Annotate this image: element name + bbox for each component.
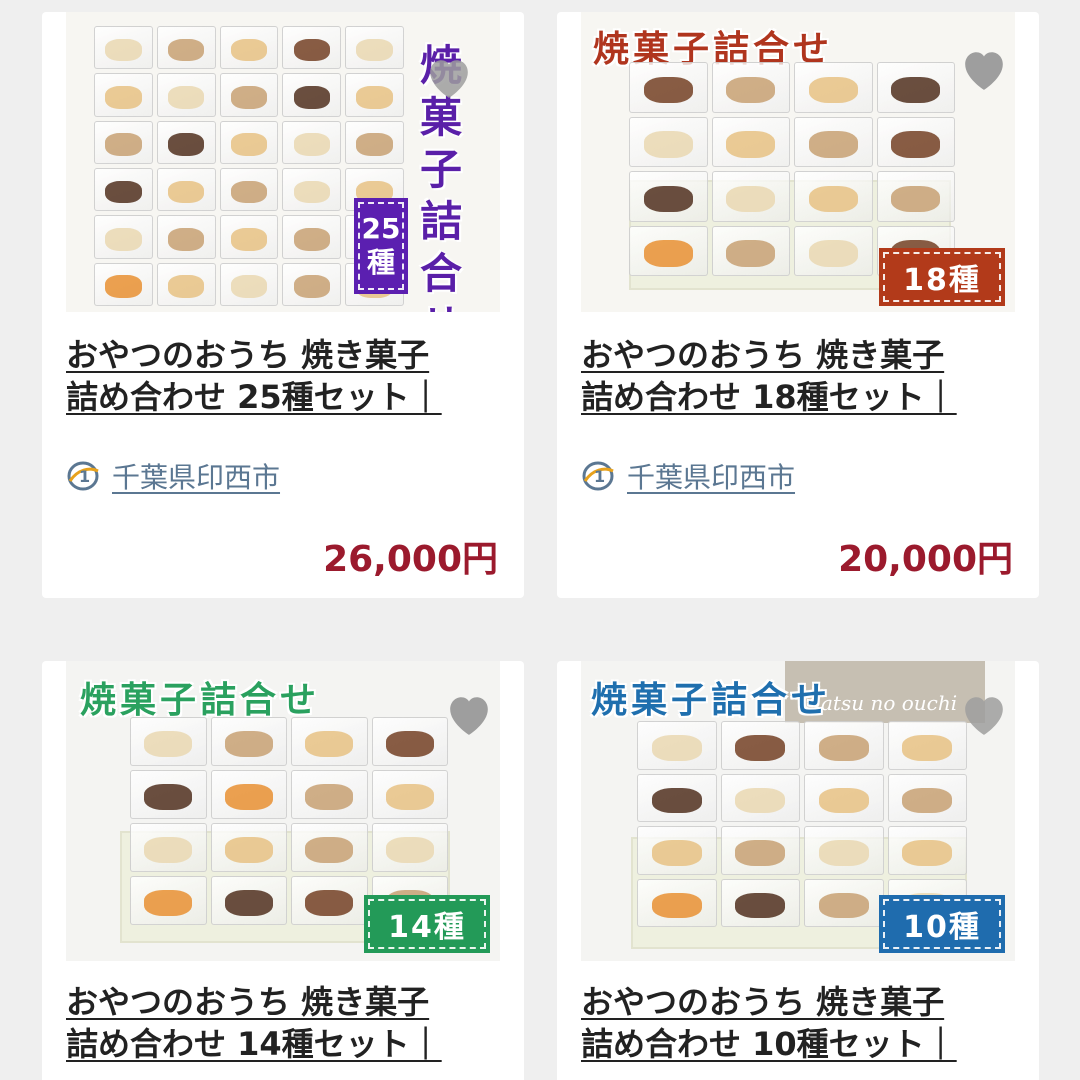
variety-count-badge: 10種 — [879, 895, 1005, 953]
product-title-link[interactable]: おやつのおうち 焼き菓子 詰め合わせ 18種セット｜ — [581, 334, 1021, 418]
location-label[interactable]: 千葉県印西市 — [627, 456, 795, 496]
product-card-1[interactable]: 焼 菓 子 詰 合 せ 25 種 おやつのおうち 焼き菓子 詰め合わせ 25種セ… — [42, 12, 524, 598]
location-link[interactable]: 1 千葉県印西市 — [66, 456, 280, 496]
product-card-2[interactable]: 焼菓子詰合せ 18種 おやつのおうち 焼き菓子 詰め合わせ 18種セット｜ 1 … — [557, 12, 1039, 598]
product-card-4[interactable]: atsu no ouchi 焼菓子詰合せ 10種 おやつのおうち 焼き菓子 詰め… — [557, 661, 1039, 1080]
product-title-link[interactable]: おやつのおうち 焼き菓子 詰め合わせ 10種セット｜ — [581, 981, 1021, 1065]
product-image[interactable]: atsu no ouchi 焼菓子詰合せ 10種 — [581, 661, 1015, 961]
location-link[interactable]: 1 千葉県印西市 — [581, 456, 795, 496]
product-card-3[interactable]: 焼菓子詰合せ 14種 おやつのおうち 焼き菓子 詰め合わせ 14種セット｜ — [42, 661, 524, 1080]
product-title-link[interactable]: おやつのおうち 焼き菓子 詰め合わせ 25種セット｜ — [66, 334, 506, 418]
favorite-heart-icon[interactable] — [442, 687, 496, 741]
favorite-heart-icon[interactable] — [957, 42, 1011, 96]
location-label[interactable]: 千葉県印西市 — [112, 456, 280, 496]
municipality-icon: 1 — [581, 459, 615, 493]
svg-text:1: 1 — [79, 467, 90, 486]
product-title-link[interactable]: おやつのおうち 焼き菓子 詰め合わせ 14種セット｜ — [66, 981, 506, 1065]
image-heading: 焼菓子詰合せ — [591, 680, 832, 721]
image-heading: 焼菓子詰合せ — [80, 680, 321, 721]
product-image[interactable]: 焼 菓 子 詰 合 せ 25 種 — [66, 12, 500, 312]
price: 26,000円 — [323, 539, 498, 580]
municipality-icon: 1 — [66, 459, 100, 493]
favorite-heart-icon[interactable] — [957, 687, 1011, 741]
favorite-heart-icon[interactable] — [422, 50, 476, 104]
price: 20,000円 — [838, 539, 1013, 580]
product-image[interactable]: 焼菓子詰合せ 14種 — [66, 661, 500, 961]
svg-text:1: 1 — [594, 467, 605, 486]
variety-count-badge: 14種 — [364, 895, 490, 953]
product-image[interactable]: 焼菓子詰合せ 18種 — [581, 12, 1015, 312]
variety-count-badge: 25 種 — [354, 198, 408, 294]
variety-count-badge: 18種 — [879, 248, 1005, 306]
